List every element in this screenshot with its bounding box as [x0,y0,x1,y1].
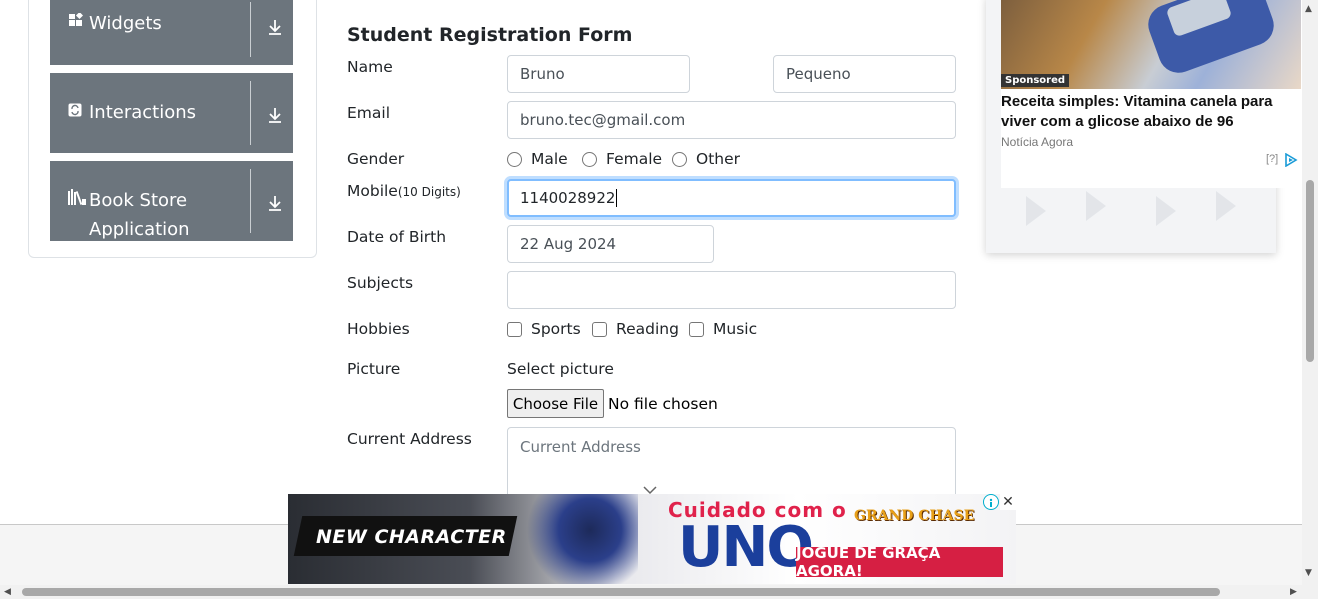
sidebar-group-interactions-title: Interactions [68,98,196,128]
mobile-label: Mobile(10 Digits) [347,182,461,200]
picture-label: Picture [347,360,401,378]
choose-file-button[interactable]: Choose File [507,389,604,418]
mobile-hint: (10 Digits) [397,185,461,199]
dob-label: Date of Birth [347,228,447,246]
radio-circle[interactable] [507,151,522,167]
banner-game-logo: GRAND CHASE [854,508,975,524]
hobbies-label: Hobbies [347,320,410,338]
checkbox-box[interactable] [592,321,607,337]
banner-new-character: NEW CHARACTER [316,526,507,548]
dob-input[interactable]: 22 Aug 2024 [507,225,714,263]
name-label: Name [347,58,393,76]
no-file-chosen-text: No file chosen [608,395,718,413]
checkbox-box[interactable] [507,321,522,337]
email-label: Email [347,104,391,122]
gender-option-label: Male [531,150,568,168]
hobby-sports-checkbox[interactable]: Sports [507,320,581,338]
ad-headline-link[interactable]: Receita simples: Vitamina canela para vi… [1001,92,1301,132]
sidebar-group-label: Widgets [89,13,162,34]
form-title: Student Registration Form [347,24,633,46]
banner-ad[interactable]: NEW CHARACTER Cuidado com o UNO GRAND CH… [288,494,1016,584]
sidebar-divider [250,81,251,145]
widgets-icon [68,10,89,39]
scroll-left-arrow-icon[interactable]: ◀ [4,587,11,597]
sidebar-divider [250,169,251,233]
banner-cta-button[interactable]: JOGUE DE GRAÇA AGORA! [796,544,1003,580]
subjects-label: Subjects [347,274,414,292]
books-icon [68,187,89,216]
gender-male-radio[interactable]: Male [507,150,568,168]
hobby-label: Reading [616,320,679,338]
email-input[interactable]: bruno.tec@gmail.com [507,101,956,139]
gender-female-radio[interactable]: Female [582,150,662,168]
mobile-value: 1140028922 [520,189,616,207]
banner-headline: UNO [678,515,814,580]
scroll-down-arrow-icon[interactable]: ▼ [1305,568,1312,578]
radio-circle[interactable] [672,151,687,167]
hobby-label: Music [713,320,758,338]
ad-source: Notícia Agora [1001,135,1074,149]
scroll-up-arrow-icon[interactable]: ▲ [1305,4,1312,14]
sidebar-group-label: Book Store Application [89,186,190,244]
gender-label: Gender [347,150,405,168]
last-name-input[interactable]: Pequeno [773,55,956,93]
hobby-music-checkbox[interactable]: Music [689,320,757,338]
sidebar-group-widgets-title: Widgets [68,9,162,39]
radio-circle[interactable] [582,151,597,167]
horizontal-scroll-thumb[interactable] [22,588,1220,596]
mobile-input[interactable]: 1140028922 [507,179,956,217]
sidebar-group-widgets[interactable]: Widgets [50,0,293,65]
mobile-label-text: Mobile [347,182,398,200]
checkbox-box[interactable] [689,321,704,337]
ad-info-link[interactable]: [?] [1266,153,1278,165]
close-icon[interactable]: ✕ [1000,494,1016,510]
download-icon[interactable] [266,106,284,124]
vertical-scroll-thumb[interactable] [1306,180,1314,362]
sponsored-badge: Sponsored [1001,74,1070,87]
sidebar-group-label-line2: Application [89,219,190,240]
sidebar-group-label-line1: Book Store [89,190,188,211]
banner-character-art [518,494,638,584]
first-name-input[interactable]: Bruno [507,55,690,93]
chevron-down-icon[interactable] [643,480,657,495]
gender-other-radio[interactable]: Other [672,150,740,168]
gender-option-label: Other [696,150,741,168]
adchoices-info-icon[interactable] [983,494,999,510]
download-icon[interactable] [266,194,284,212]
download-icon[interactable] [266,18,284,36]
select-picture-label: Select picture [507,360,614,378]
sidebar-group-interactions[interactable]: Interactions [50,73,293,153]
hobby-label: Sports [531,320,581,338]
gender-option-label: Female [606,150,663,168]
text-caret [616,189,618,207]
subjects-input[interactable] [507,271,956,309]
scroll-right-arrow-icon[interactable]: ▶ [1290,587,1297,597]
interactions-icon [68,99,89,128]
sidebar-group-book-store-title: Book Store Application [68,186,190,244]
sidebar-group-label: Interactions [89,102,197,123]
sidebar-divider [250,2,251,57]
current-address-label: Current Address [347,430,472,448]
sidebar-group-book-store[interactable]: Book Store Application [50,161,293,241]
adchoices-icon[interactable] [1284,152,1298,168]
hobby-reading-checkbox[interactable]: Reading [592,320,679,338]
